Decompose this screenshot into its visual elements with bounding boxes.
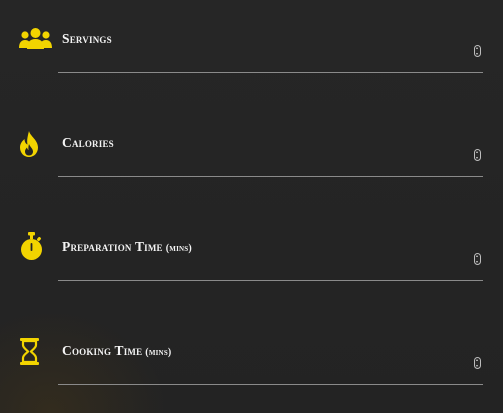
cooking-time-field: Cooking Time (mins) [0, 312, 503, 392]
servings-stepper[interactable] [474, 45, 481, 57]
cooking-time-input[interactable] [58, 354, 483, 385]
calories-field: Calories [0, 104, 503, 184]
servings-input[interactable] [58, 42, 483, 73]
servings-field: Servings [0, 0, 503, 80]
calories-input[interactable] [58, 146, 483, 177]
preparation-time-stepper[interactable] [474, 253, 481, 265]
hourglass-icon [20, 338, 39, 365]
calories-stepper[interactable] [474, 149, 481, 161]
stopwatch-icon [20, 232, 43, 261]
preparation-time-field: Preparation Time (mins) [0, 208, 503, 288]
cooking-time-stepper[interactable] [474, 357, 481, 369]
flame-icon [19, 131, 39, 157]
users-icon [19, 27, 52, 51]
preparation-time-input[interactable] [58, 250, 483, 281]
